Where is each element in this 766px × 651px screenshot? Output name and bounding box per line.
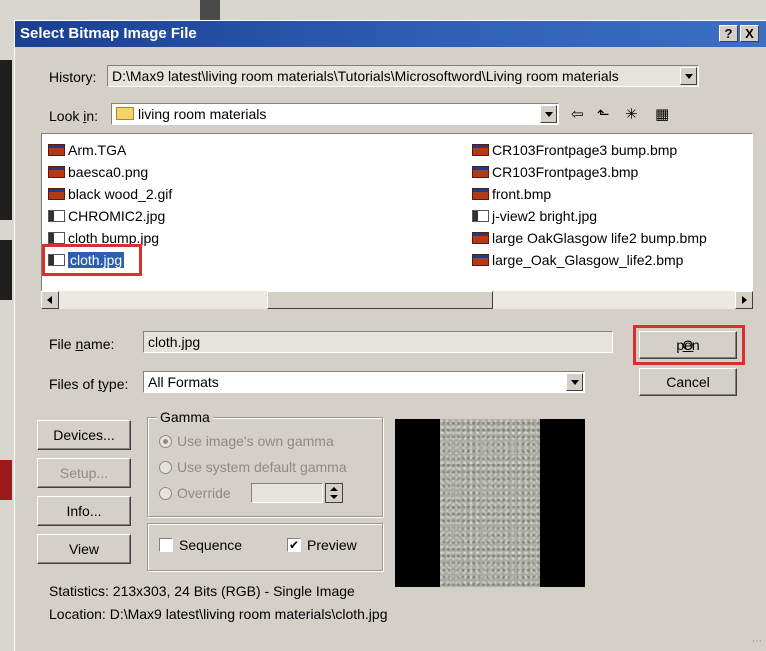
background-window-block (0, 460, 12, 500)
chevron-down-icon[interactable] (540, 105, 557, 123)
background-window-block (0, 60, 12, 220)
list-item[interactable]: black wood_2.gif (46, 184, 172, 204)
checkmark-icon: ✔ (287, 538, 301, 552)
filetype-dropdown[interactable]: All Formats (143, 371, 585, 393)
list-item[interactable]: Arm.TGA (46, 140, 126, 160)
history-dropdown[interactable]: D:\Max9 latest\living room materials\Tut… (107, 65, 699, 87)
lookin-dropdown[interactable]: living room materials (111, 103, 559, 125)
override-value-input[interactable] (251, 483, 323, 503)
image-file-icon (472, 144, 489, 156)
image-preview (395, 419, 585, 587)
back-icon[interactable]: ⇦ (571, 105, 584, 123)
list-item[interactable]: j-view2 bright.jpg (470, 206, 597, 226)
new-folder-icon[interactable]: ✳ (625, 105, 638, 123)
filename-input[interactable]: cloth.jpg (143, 331, 613, 353)
scroll-thumb[interactable] (267, 291, 493, 309)
list-item[interactable]: CHROMIC2.jpg (46, 206, 165, 226)
statistics-text: Statistics: 213x303, 24 Bits (RGB) - Sin… (49, 583, 355, 599)
list-item[interactable]: large_Oak_Glasgow_life2.bmp (470, 250, 683, 270)
background-window-top (0, 0, 766, 22)
image-file-icon (48, 210, 65, 222)
radio-own-gamma[interactable]: Use image's own gamma (159, 433, 334, 449)
file-list[interactable]: Arm.TGA baesca0.png black wood_2.gif CHR… (41, 133, 753, 309)
views-menu-icon[interactable]: ▦ (655, 105, 669, 123)
highlight-box (42, 244, 142, 276)
close-button[interactable]: X (740, 25, 759, 42)
image-file-icon (472, 210, 489, 222)
view-button[interactable]: View (37, 534, 131, 564)
setup-button[interactable]: Setup... (37, 458, 131, 488)
location-text: Location: D:\Max9 latest\living room mat… (49, 606, 388, 622)
sequence-checkbox[interactable]: Sequence (159, 537, 242, 553)
image-file-icon (472, 254, 489, 266)
dialog-title: Select Bitmap Image File (20, 25, 197, 42)
radio-icon (159, 435, 172, 448)
resize-grip-icon[interactable]: ⋯ (752, 636, 762, 647)
image-file-icon (48, 232, 65, 244)
up-folder-icon[interactable]: ⬑ (597, 105, 610, 123)
list-item[interactable]: baesca0.png (46, 162, 148, 182)
chevron-down-icon[interactable] (680, 67, 697, 85)
list-item[interactable]: front.bmp (470, 184, 551, 204)
override-spinner[interactable] (325, 483, 343, 503)
background-window-edge (200, 0, 220, 22)
chevron-down-icon[interactable] (566, 373, 583, 391)
image-file-icon (472, 188, 489, 200)
image-file-icon (48, 166, 65, 178)
image-file-icon (472, 232, 489, 244)
list-item[interactable]: CR103Frontpage3 bump.bmp (470, 140, 677, 160)
info-button[interactable]: Info... (37, 496, 131, 526)
preview-checkbox[interactable]: ✔ Preview (287, 537, 357, 553)
highlight-box (633, 325, 745, 365)
filetype-value: All Formats (148, 374, 219, 390)
checkbox-icon (159, 538, 173, 552)
horizontal-scrollbar[interactable] (41, 291, 753, 309)
history-value: D:\Max9 latest\living room materials\Tut… (112, 68, 619, 84)
help-button[interactable]: ? (719, 25, 738, 42)
cancel-button[interactable]: Cancel (639, 368, 737, 396)
list-item[interactable]: CR103Frontpage3.bmp (470, 162, 638, 182)
filetype-label: Files of type: (49, 376, 129, 392)
gamma-title: Gamma (157, 409, 213, 425)
history-label: History: (49, 69, 97, 85)
list-item[interactable]: large OakGlasgow life2 bump.bmp (470, 228, 707, 248)
radio-icon (159, 461, 172, 474)
scroll-left-icon[interactable] (41, 291, 59, 309)
radio-override[interactable]: Override (159, 485, 231, 501)
folder-icon (116, 107, 134, 120)
select-bitmap-dialog: Select Bitmap Image File ? X History: D:… (14, 20, 766, 651)
radio-icon (159, 487, 172, 500)
filename-label: File name: (49, 336, 115, 352)
devices-button[interactable]: Devices... (37, 420, 131, 450)
lookin-value: living room materials (138, 106, 267, 122)
scroll-right-icon[interactable] (735, 291, 753, 309)
filename-value: cloth.jpg (148, 334, 201, 350)
dialog-titlebar: Select Bitmap Image File (15, 21, 766, 47)
background-window-block (0, 240, 12, 300)
image-file-icon (48, 188, 65, 200)
image-file-icon (48, 144, 65, 156)
lookin-label: Look in: (49, 108, 99, 124)
radio-system-gamma[interactable]: Use system default gamma (159, 459, 347, 475)
image-file-icon (472, 166, 489, 178)
preview-texture (440, 419, 540, 587)
